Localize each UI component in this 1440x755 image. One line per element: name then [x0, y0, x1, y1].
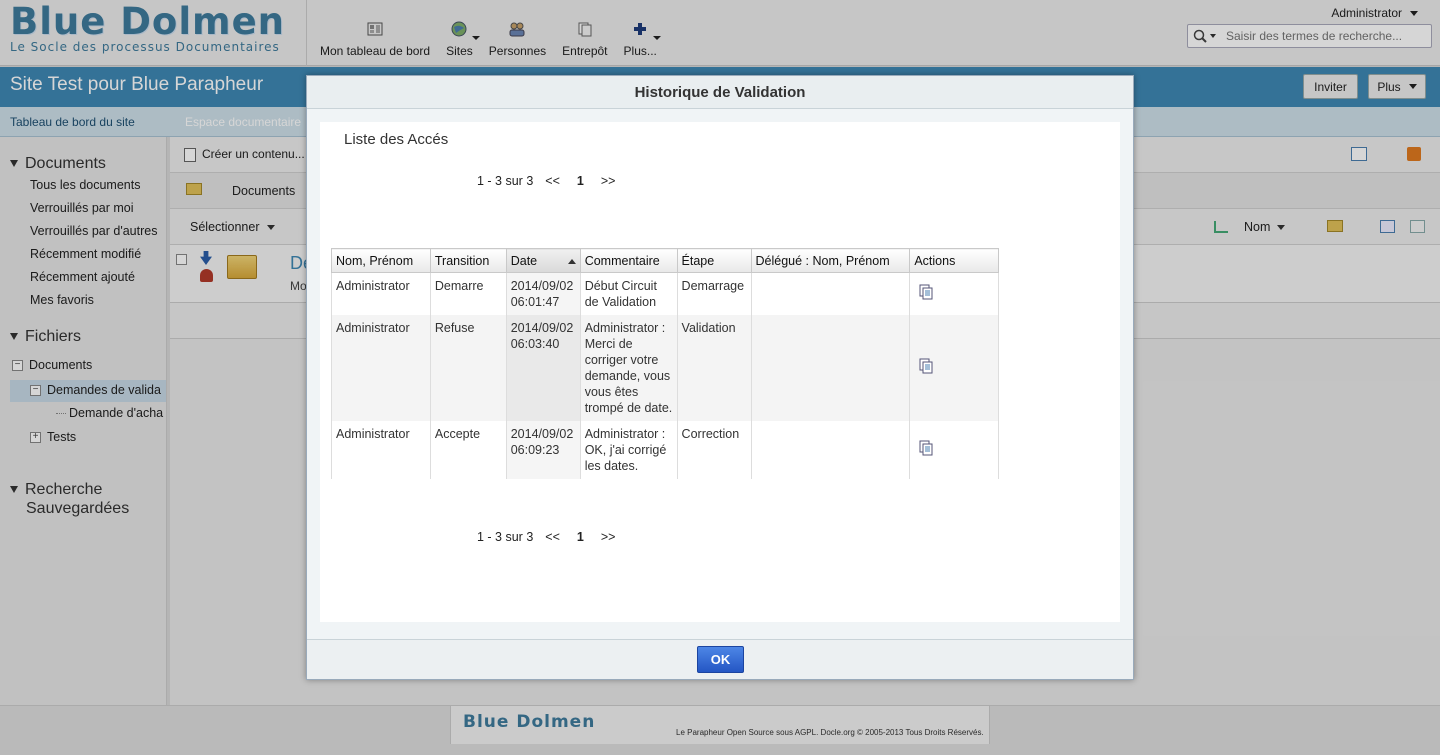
view-document-icon[interactable]	[918, 358, 934, 378]
pagination-top: 1 - 3 sur 3 << 1 >>	[477, 174, 627, 188]
cell-actions	[909, 421, 999, 479]
cell-date-time: 06:03:40	[510, 337, 560, 351]
cell-name: Administrator	[331, 421, 431, 479]
column-header-step[interactable]: Étape	[676, 248, 752, 273]
column-header-delegate[interactable]: Délégué : Nom, Prénom	[750, 248, 911, 273]
table-row: Administrator Accepte 2014/09/02 06:09:23…	[331, 421, 999, 479]
cell-comment: Début Circuit de Validation	[579, 272, 678, 315]
pagination-bottom: 1 - 3 sur 3 << 1 >>	[477, 530, 627, 544]
table-header-row: Nom, Prénom Transition Date Commentaire …	[331, 248, 999, 273]
pagination-range: 1 - 3 sur 3	[477, 530, 534, 544]
cell-date: 2014/09/02 06:01:47	[505, 272, 581, 315]
cell-date-day: 2014/09/02	[510, 427, 574, 441]
sort-ascending-icon	[567, 259, 576, 264]
cell-name: Administrator	[331, 272, 431, 315]
dialog-footer: OK	[307, 639, 1133, 679]
view-document-icon[interactable]	[918, 440, 934, 460]
pagination-prev[interactable]: <<	[545, 174, 560, 188]
cell-step: Demarrage	[676, 272, 752, 315]
table-row: Administrator Demarre 2014/09/02 06:01:47…	[331, 272, 999, 315]
cell-date: 2014/09/02 06:03:40	[505, 315, 581, 421]
column-header-actions: Actions	[909, 248, 999, 273]
cell-transition: Demarre	[429, 272, 507, 315]
cell-comment: Administrator : Merci de corriger votre …	[579, 315, 678, 421]
cell-actions	[909, 272, 999, 315]
validation-history-dialog: Historique de Validation Liste des Accés…	[306, 75, 1134, 680]
cell-transition: Refuse	[429, 315, 507, 421]
cell-date-time: 06:09:23	[510, 443, 560, 457]
cell-delegate	[750, 315, 911, 421]
pagination-prev[interactable]: <<	[545, 530, 560, 544]
cell-date: 2014/09/02 06:09:23	[505, 421, 581, 479]
cell-date-time: 06:01:47	[510, 295, 560, 309]
cell-delegate	[750, 272, 911, 315]
pagination-next[interactable]: >>	[601, 174, 616, 188]
history-table: Nom, Prénom Transition Date Commentaire …	[331, 248, 999, 479]
dialog-title: Historique de Validation	[307, 76, 1133, 109]
view-document-icon[interactable]	[918, 284, 934, 304]
app-root: Blue Dolmen Le Socle des processus Docum…	[0, 0, 1440, 755]
cell-transition: Accepte	[429, 421, 507, 479]
pagination-range: 1 - 3 sur 3	[477, 174, 534, 188]
cell-step: Validation	[676, 315, 752, 421]
column-header-name[interactable]: Nom, Prénom	[331, 248, 431, 273]
cell-date-day: 2014/09/02	[510, 321, 574, 335]
cell-name: Administrator	[331, 315, 431, 421]
ok-button[interactable]: OK	[697, 646, 744, 673]
column-header-transition[interactable]: Transition	[429, 248, 507, 273]
table-row: Administrator Refuse 2014/09/02 06:03:40 …	[331, 315, 999, 421]
column-header-comment[interactable]: Commentaire	[579, 248, 678, 273]
pagination-next[interactable]: >>	[601, 530, 616, 544]
cell-date-day: 2014/09/02	[510, 279, 574, 293]
cell-actions	[909, 315, 999, 421]
dialog-body: Liste des Accés 1 - 3 sur 3 << 1 >> Nom,…	[320, 122, 1120, 622]
column-header-date[interactable]: Date	[505, 248, 581, 273]
list-title: Liste des Accés	[344, 131, 449, 148]
column-header-date-label: Date	[510, 254, 538, 268]
pagination-current: 1	[576, 174, 584, 188]
cell-delegate	[750, 421, 911, 479]
pagination-current: 1	[576, 530, 584, 544]
cell-comment: Administrator : OK, j'ai corrigé les dat…	[579, 421, 678, 479]
cell-step: Correction	[676, 421, 752, 479]
